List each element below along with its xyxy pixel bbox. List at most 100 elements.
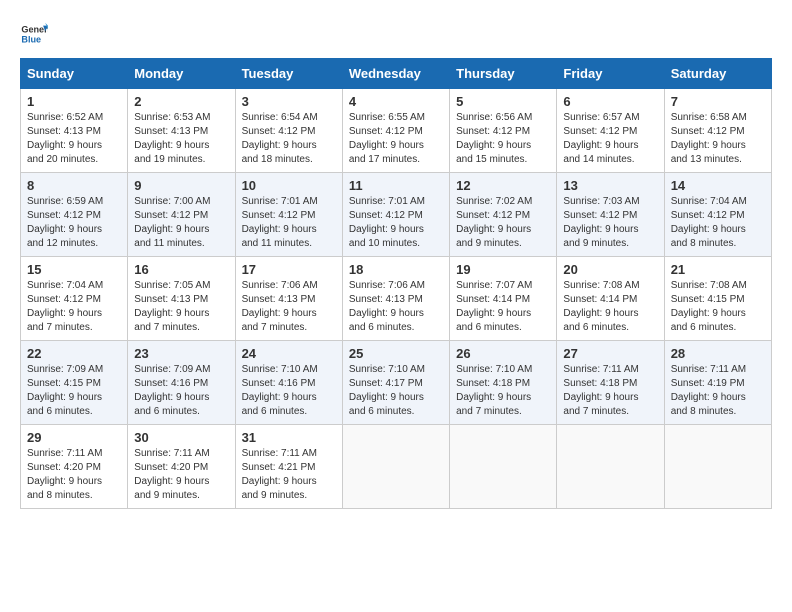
header-wednesday: Wednesday bbox=[342, 59, 449, 89]
day-info: Sunrise: 7:07 AMSunset: 4:14 PMDaylight:… bbox=[456, 280, 532, 333]
day-info: Sunrise: 7:10 AMSunset: 4:16 PMDaylight:… bbox=[242, 364, 318, 417]
day-info: Sunrise: 7:09 AMSunset: 4:15 PMDaylight:… bbox=[27, 364, 103, 417]
calendar-cell: 26 Sunrise: 7:10 AMSunset: 4:18 PMDaylig… bbox=[450, 341, 557, 425]
calendar-cell: 5 Sunrise: 6:56 AMSunset: 4:12 PMDayligh… bbox=[450, 89, 557, 173]
day-info: Sunrise: 7:11 AMSunset: 4:20 PMDaylight:… bbox=[27, 448, 102, 501]
day-info: Sunrise: 7:10 AMSunset: 4:17 PMDaylight:… bbox=[349, 364, 425, 417]
day-info: Sunrise: 7:04 AMSunset: 4:12 PMDaylight:… bbox=[27, 280, 103, 333]
day-number: 11 bbox=[349, 178, 443, 193]
day-number: 21 bbox=[671, 262, 765, 277]
day-number: 4 bbox=[349, 94, 443, 109]
day-number: 1 bbox=[27, 94, 121, 109]
calendar-cell: 18 Sunrise: 7:06 AMSunset: 4:13 PMDaylig… bbox=[342, 257, 449, 341]
calendar-cell: 21 Sunrise: 7:08 AMSunset: 4:15 PMDaylig… bbox=[664, 257, 771, 341]
calendar-cell: 15 Sunrise: 7:04 AMSunset: 4:12 PMDaylig… bbox=[21, 257, 128, 341]
day-number: 31 bbox=[242, 430, 336, 445]
calendar-cell: 28 Sunrise: 7:11 AMSunset: 4:19 PMDaylig… bbox=[664, 341, 771, 425]
calendar-cell: 25 Sunrise: 7:10 AMSunset: 4:17 PMDaylig… bbox=[342, 341, 449, 425]
day-info: Sunrise: 7:06 AMSunset: 4:13 PMDaylight:… bbox=[242, 280, 318, 333]
calendar-week-3: 15 Sunrise: 7:04 AMSunset: 4:12 PMDaylig… bbox=[21, 257, 772, 341]
calendar-cell: 24 Sunrise: 7:10 AMSunset: 4:16 PMDaylig… bbox=[235, 341, 342, 425]
day-number: 17 bbox=[242, 262, 336, 277]
calendar-cell bbox=[342, 425, 449, 509]
page-header: General Blue bbox=[20, 20, 772, 48]
day-number: 30 bbox=[134, 430, 228, 445]
day-info: Sunrise: 7:11 AMSunset: 4:18 PMDaylight:… bbox=[563, 364, 638, 417]
calendar-cell: 20 Sunrise: 7:08 AMSunset: 4:14 PMDaylig… bbox=[557, 257, 664, 341]
day-info: Sunrise: 7:01 AMSunset: 4:12 PMDaylight:… bbox=[242, 196, 318, 249]
calendar-cell: 9 Sunrise: 7:00 AMSunset: 4:12 PMDayligh… bbox=[128, 173, 235, 257]
calendar-cell: 12 Sunrise: 7:02 AMSunset: 4:12 PMDaylig… bbox=[450, 173, 557, 257]
calendar-cell bbox=[450, 425, 557, 509]
day-number: 2 bbox=[134, 94, 228, 109]
calendar-week-2: 8 Sunrise: 6:59 AMSunset: 4:12 PMDayligh… bbox=[21, 173, 772, 257]
calendar-cell bbox=[557, 425, 664, 509]
day-number: 9 bbox=[134, 178, 228, 193]
day-info: Sunrise: 6:53 AMSunset: 4:13 PMDaylight:… bbox=[134, 112, 210, 165]
day-info: Sunrise: 7:05 AMSunset: 4:13 PMDaylight:… bbox=[134, 280, 210, 333]
day-info: Sunrise: 6:57 AMSunset: 4:12 PMDaylight:… bbox=[563, 112, 639, 165]
calendar-cell: 22 Sunrise: 7:09 AMSunset: 4:15 PMDaylig… bbox=[21, 341, 128, 425]
calendar-cell: 30 Sunrise: 7:11 AMSunset: 4:20 PMDaylig… bbox=[128, 425, 235, 509]
day-number: 12 bbox=[456, 178, 550, 193]
calendar-cell: 10 Sunrise: 7:01 AMSunset: 4:12 PMDaylig… bbox=[235, 173, 342, 257]
day-number: 23 bbox=[134, 346, 228, 361]
day-number: 28 bbox=[671, 346, 765, 361]
day-number: 26 bbox=[456, 346, 550, 361]
day-number: 24 bbox=[242, 346, 336, 361]
header-thursday: Thursday bbox=[450, 59, 557, 89]
day-info: Sunrise: 7:11 AMSunset: 4:20 PMDaylight:… bbox=[134, 448, 209, 501]
calendar-cell: 29 Sunrise: 7:11 AMSunset: 4:20 PMDaylig… bbox=[21, 425, 128, 509]
day-info: Sunrise: 7:00 AMSunset: 4:12 PMDaylight:… bbox=[134, 196, 210, 249]
day-info: Sunrise: 7:02 AMSunset: 4:12 PMDaylight:… bbox=[456, 196, 532, 249]
day-number: 13 bbox=[563, 178, 657, 193]
day-number: 6 bbox=[563, 94, 657, 109]
day-number: 5 bbox=[456, 94, 550, 109]
calendar-cell: 2 Sunrise: 6:53 AMSunset: 4:13 PMDayligh… bbox=[128, 89, 235, 173]
day-number: 25 bbox=[349, 346, 443, 361]
calendar-cell: 27 Sunrise: 7:11 AMSunset: 4:18 PMDaylig… bbox=[557, 341, 664, 425]
svg-text:Blue: Blue bbox=[21, 34, 41, 44]
calendar-cell: 23 Sunrise: 7:09 AMSunset: 4:16 PMDaylig… bbox=[128, 341, 235, 425]
day-number: 14 bbox=[671, 178, 765, 193]
calendar-cell: 16 Sunrise: 7:05 AMSunset: 4:13 PMDaylig… bbox=[128, 257, 235, 341]
calendar-header-row: SundayMondayTuesdayWednesdayThursdayFrid… bbox=[21, 59, 772, 89]
day-number: 22 bbox=[27, 346, 121, 361]
day-info: Sunrise: 7:11 AMSunset: 4:19 PMDaylight:… bbox=[671, 364, 746, 417]
day-info: Sunrise: 7:06 AMSunset: 4:13 PMDaylight:… bbox=[349, 280, 425, 333]
day-number: 7 bbox=[671, 94, 765, 109]
calendar-cell: 7 Sunrise: 6:58 AMSunset: 4:12 PMDayligh… bbox=[664, 89, 771, 173]
day-number: 29 bbox=[27, 430, 121, 445]
day-info: Sunrise: 6:54 AMSunset: 4:12 PMDaylight:… bbox=[242, 112, 318, 165]
calendar-cell bbox=[664, 425, 771, 509]
day-info: Sunrise: 7:10 AMSunset: 4:18 PMDaylight:… bbox=[456, 364, 532, 417]
logo: General Blue bbox=[20, 20, 52, 48]
day-number: 10 bbox=[242, 178, 336, 193]
header-monday: Monday bbox=[128, 59, 235, 89]
day-number: 18 bbox=[349, 262, 443, 277]
calendar-cell: 17 Sunrise: 7:06 AMSunset: 4:13 PMDaylig… bbox=[235, 257, 342, 341]
calendar-week-5: 29 Sunrise: 7:11 AMSunset: 4:20 PMDaylig… bbox=[21, 425, 772, 509]
day-number: 19 bbox=[456, 262, 550, 277]
calendar-cell: 6 Sunrise: 6:57 AMSunset: 4:12 PMDayligh… bbox=[557, 89, 664, 173]
calendar-week-4: 22 Sunrise: 7:09 AMSunset: 4:15 PMDaylig… bbox=[21, 341, 772, 425]
calendar-cell: 19 Sunrise: 7:07 AMSunset: 4:14 PMDaylig… bbox=[450, 257, 557, 341]
calendar-cell: 3 Sunrise: 6:54 AMSunset: 4:12 PMDayligh… bbox=[235, 89, 342, 173]
header-friday: Friday bbox=[557, 59, 664, 89]
header-saturday: Saturday bbox=[664, 59, 771, 89]
header-sunday: Sunday bbox=[21, 59, 128, 89]
day-info: Sunrise: 6:58 AMSunset: 4:12 PMDaylight:… bbox=[671, 112, 747, 165]
day-info: Sunrise: 7:08 AMSunset: 4:14 PMDaylight:… bbox=[563, 280, 639, 333]
calendar-week-1: 1 Sunrise: 6:52 AMSunset: 4:13 PMDayligh… bbox=[21, 89, 772, 173]
calendar-cell: 11 Sunrise: 7:01 AMSunset: 4:12 PMDaylig… bbox=[342, 173, 449, 257]
header-tuesday: Tuesday bbox=[235, 59, 342, 89]
calendar-cell: 13 Sunrise: 7:03 AMSunset: 4:12 PMDaylig… bbox=[557, 173, 664, 257]
day-info: Sunrise: 6:59 AMSunset: 4:12 PMDaylight:… bbox=[27, 196, 103, 249]
day-number: 27 bbox=[563, 346, 657, 361]
day-info: Sunrise: 7:03 AMSunset: 4:12 PMDaylight:… bbox=[563, 196, 639, 249]
day-number: 3 bbox=[242, 94, 336, 109]
day-number: 20 bbox=[563, 262, 657, 277]
day-number: 15 bbox=[27, 262, 121, 277]
calendar-cell: 14 Sunrise: 7:04 AMSunset: 4:12 PMDaylig… bbox=[664, 173, 771, 257]
calendar-cell: 4 Sunrise: 6:55 AMSunset: 4:12 PMDayligh… bbox=[342, 89, 449, 173]
